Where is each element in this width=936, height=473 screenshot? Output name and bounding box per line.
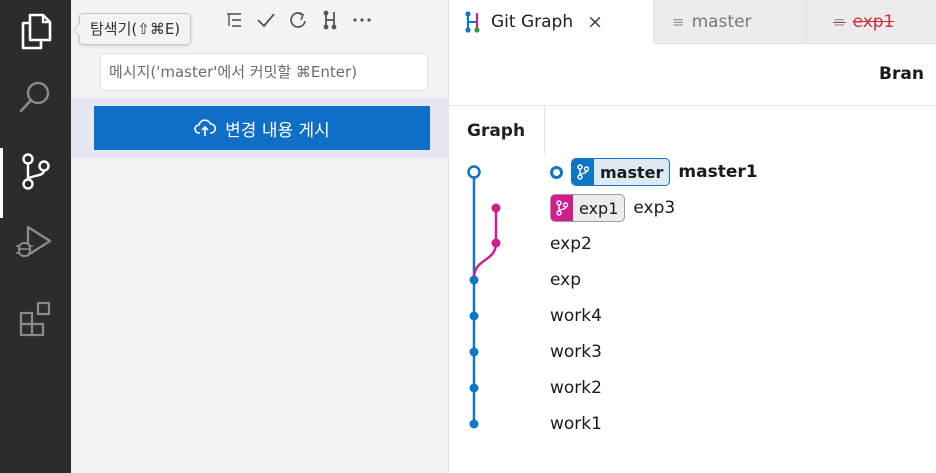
commit-row[interactable]: work2 bbox=[550, 373, 602, 403]
publish-row: 변경 내용 게시 bbox=[71, 98, 449, 158]
commit-node bbox=[491, 238, 501, 248]
search-icon bbox=[19, 81, 49, 113]
commit-node-head bbox=[467, 165, 481, 179]
commit-message: work4 bbox=[550, 306, 602, 326]
publish-label: 변경 내용 게시 bbox=[225, 120, 330, 141]
activity-item-search[interactable] bbox=[0, 66, 71, 128]
branch-icon bbox=[551, 195, 573, 221]
tab-label: Git Graph bbox=[491, 12, 574, 32]
view-as-tree-button[interactable] bbox=[219, 6, 249, 34]
sidebar-toolbar bbox=[219, 6, 379, 34]
tab-bar: Git Graph × ≡ master ≡ exp1 bbox=[449, 0, 936, 44]
branch-icon bbox=[572, 159, 594, 185]
commit-node bbox=[469, 383, 479, 393]
run-debug-icon bbox=[15, 225, 51, 257]
files-icon bbox=[21, 13, 51, 50]
text-file-icon: ≡ bbox=[672, 13, 685, 31]
commit-node bbox=[469, 311, 479, 321]
publish-changes-button[interactable]: 변경 내용 게시 bbox=[94, 106, 430, 150]
commit-message: work2 bbox=[550, 378, 602, 398]
commit-message: work3 bbox=[550, 342, 602, 362]
exp-merge-curve bbox=[472, 242, 498, 279]
editor-area: Git Graph × ≡ master ≡ exp1 Bran Graph m… bbox=[449, 0, 936, 473]
close-icon[interactable]: × bbox=[587, 11, 603, 33]
tab-master[interactable]: ≡ master bbox=[654, 0, 807, 44]
source-control-icon bbox=[21, 153, 50, 190]
activity-bar bbox=[0, 0, 71, 473]
more-actions-button[interactable] bbox=[347, 6, 377, 34]
commit-message: exp3 bbox=[633, 198, 676, 218]
cloud-upload-icon bbox=[194, 119, 217, 136]
activity-item-run-debug[interactable] bbox=[0, 210, 71, 272]
source-control-sidebar: 변경 내용 게시 bbox=[71, 0, 449, 473]
tab-exp1[interactable]: ≡ exp1 bbox=[807, 0, 936, 44]
git-graph-table: Graph master master1 exp1 exp3 exp2 exp … bbox=[449, 105, 936, 473]
commit-row[interactable]: exp2 bbox=[550, 229, 592, 259]
branch-ref-master[interactable]: master bbox=[571, 158, 671, 186]
text-file-icon: ≡ bbox=[833, 13, 846, 31]
head-indicator-icon bbox=[550, 165, 563, 179]
commit-message: exp bbox=[550, 270, 582, 290]
commit-message: master1 bbox=[678, 162, 758, 182]
tab-label: exp1 bbox=[852, 12, 895, 32]
commit-row[interactable]: work1 bbox=[550, 409, 602, 439]
commit-row[interactable]: work3 bbox=[550, 337, 602, 367]
commit-graph bbox=[467, 165, 501, 429]
commit-node bbox=[469, 275, 479, 285]
explorer-tooltip: 탐색기(⇧⌘E) bbox=[72, 13, 192, 45]
git-graph-tab-icon bbox=[463, 11, 483, 33]
branch-ref-exp1[interactable]: exp1 bbox=[550, 194, 626, 222]
check-icon bbox=[257, 13, 275, 28]
activity-item-source-control[interactable] bbox=[0, 140, 71, 218]
activity-item-explorer[interactable] bbox=[0, 0, 71, 62]
commit-message: work1 bbox=[550, 414, 602, 434]
git-graph-icon bbox=[323, 10, 337, 30]
refresh-button[interactable] bbox=[283, 6, 313, 34]
list-tree-icon bbox=[227, 13, 241, 27]
commit-message: exp2 bbox=[550, 234, 592, 254]
git-graph-button[interactable] bbox=[315, 6, 345, 34]
activity-item-extensions[interactable] bbox=[0, 288, 71, 350]
commit-node bbox=[491, 203, 501, 213]
extensions-icon bbox=[19, 301, 50, 337]
commit-row[interactable]: work4 bbox=[550, 301, 602, 331]
commit-row[interactable]: master master1 bbox=[550, 157, 758, 187]
commit-message-input[interactable] bbox=[100, 53, 428, 91]
branches-label: Bran bbox=[879, 64, 924, 84]
commit-node bbox=[469, 347, 479, 357]
more-icon bbox=[353, 18, 371, 22]
commit-node bbox=[469, 419, 479, 429]
refresh-icon bbox=[290, 12, 306, 28]
commit-row[interactable]: exp1 exp3 bbox=[550, 193, 675, 223]
tab-label: master bbox=[691, 12, 752, 32]
commit-button[interactable] bbox=[251, 6, 281, 34]
commit-row[interactable]: exp bbox=[550, 265, 581, 295]
tab-git-graph[interactable]: Git Graph × bbox=[449, 0, 654, 44]
